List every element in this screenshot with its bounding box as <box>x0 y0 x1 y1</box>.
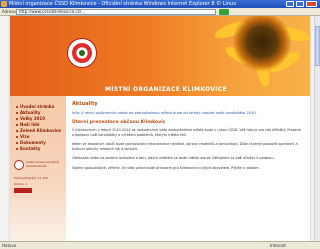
cssd-small-logo <box>14 160 24 170</box>
info-note: Info: V rámci podzimních voleb do zastup… <box>72 111 257 115</box>
bullet-icon <box>16 106 18 108</box>
nav-item-label: Vize <box>20 134 30 139</box>
sidebar-nav: Úvodní stránka Aktuality Volby 2010 Naši… <box>10 96 66 241</box>
bullet-icon <box>16 130 18 132</box>
bullet-icon <box>16 124 18 126</box>
bullet-icon <box>16 142 18 144</box>
visit-counter: Počet přístupů: 11 125 <box>14 176 49 180</box>
browser-window: Místní organizace ČSSD Klimkovice - Ofic… <box>0 0 320 249</box>
vertical-scrollbar[interactable] <box>314 16 320 241</box>
address-input[interactable]: http://www.csssdklimkovice.cz/... <box>16 9 216 15</box>
address-label: Adresa <box>2 9 16 14</box>
cssd-rose-logo <box>67 38 97 68</box>
bullet-icon <box>16 112 18 114</box>
nav-item-label: Zeleně Klimkovice <box>20 128 62 133</box>
security-zone: Internet <box>270 243 286 248</box>
status-bar: Hotovo Internet <box>0 241 320 249</box>
address-bar: Adresa http://www.csssdklimkovice.cz/... <box>0 8 320 16</box>
article-paragraph: Občanská volba na podzim rozhodne o tom,… <box>72 156 275 161</box>
window-title: Místní organizace ČSSD Klimkovice - Ofic… <box>9 1 237 7</box>
maximize-button[interactable] <box>296 1 304 7</box>
stats-bar <box>14 188 32 193</box>
status-text: Hotovo <box>2 243 17 248</box>
content-heading: Aktuality <box>72 101 98 107</box>
bullet-icon <box>16 136 18 138</box>
nav-item-label: Úvodní stránka <box>20 104 55 109</box>
party-name: Česká strana sociálně demokratická <box>26 160 59 168</box>
go-button[interactable] <box>219 9 229 15</box>
bullet-icon <box>16 148 18 150</box>
web-page: MÍSTNÍ ORGANIZACE KLIMKOVICE Úvodní strá… <box>10 16 310 241</box>
title-bar: Místní organizace ČSSD Klimkovice - Ofic… <box>0 0 320 8</box>
site-header: MÍSTNÍ ORGANIZACE KLIMKOVICE <box>10 16 310 96</box>
main-content: Aktuality Info: V rámci podzimních voleb… <box>72 101 302 241</box>
online-counter: Online: 1 <box>14 182 28 186</box>
rose-icon <box>79 50 85 56</box>
minimize-button[interactable] <box>286 1 294 7</box>
nav-item-label: Kontakty <box>20 146 41 151</box>
ie-icon <box>1 1 7 7</box>
nav-item-label: Naši lidé <box>20 122 40 127</box>
article-paragraph: Vážení spoluobčané, věříme, že naše prác… <box>72 165 260 170</box>
nav-item-label: Aktuality <box>20 110 41 115</box>
nav-item-contacts[interactable]: Kontakty <box>16 146 64 152</box>
bullet-icon <box>16 118 18 120</box>
close-button[interactable] <box>306 1 317 7</box>
page-viewport: MÍSTNÍ ORGANIZACE KLIMKOVICE Úvodní strá… <box>0 16 320 241</box>
article-heading: Úterní prezentace občanu Klimkovic <box>72 120 166 125</box>
nav-item-label: Volby 2010 <box>20 116 45 121</box>
nav-item-label: Dokumenty <box>20 140 46 145</box>
article-paragraph: V Klimkovicích v letech 2010-2014 se roz… <box>72 128 301 137</box>
site-title: MÍSTNÍ ORGANIZACE KLIMKOVICE <box>105 86 227 93</box>
article-paragraph: Jeden ze zásadních úkolů bude pokračován… <box>72 142 298 151</box>
scrollbar-thumb[interactable] <box>315 26 320 66</box>
